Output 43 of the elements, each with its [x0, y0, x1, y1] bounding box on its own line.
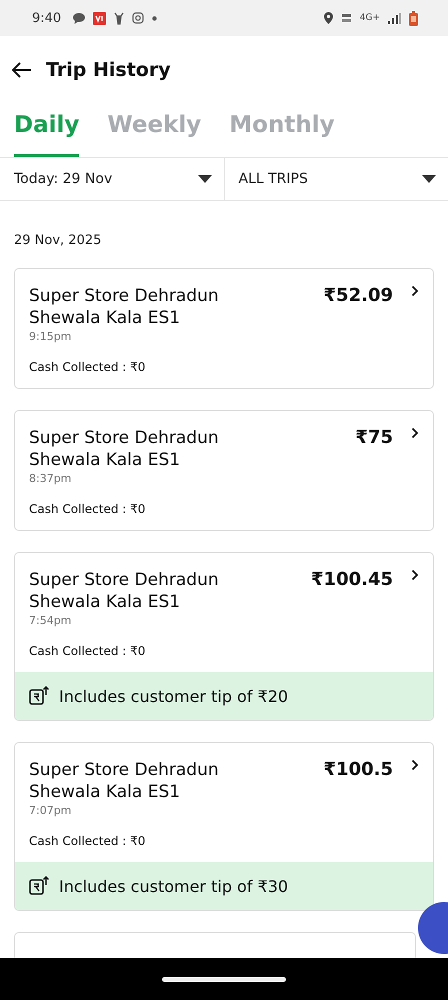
cash-collected: Cash Collected : ₹0: [29, 360, 146, 374]
camera-icon: [132, 12, 144, 24]
trip-time: 7:54pm: [29, 614, 72, 627]
caret-icon: [198, 175, 212, 183]
caret-icon: [422, 175, 436, 183]
chevron-right-icon: [411, 427, 419, 439]
trip-card[interactable]: Super Store Dehradun Shewala Kala ES1 ₹52.09 9:15pm Cash Collected : ₹0: [14, 268, 434, 389]
location-icon: [324, 12, 333, 24]
trip-time: 9:15pm: [29, 330, 72, 343]
date-heading: 29 Nov, 2025: [13, 232, 102, 250]
chevron-right-icon: [411, 759, 419, 771]
battery-icon: [409, 10, 418, 26]
trip-amount: ₹52.09: [324, 285, 393, 306]
rupee-tip-icon: [29, 686, 49, 706]
trip-amount: ₹100.5: [324, 759, 393, 780]
trip-time: 8:37pm: [29, 472, 72, 485]
status-time: 9:40: [32, 10, 62, 26]
trip-card[interactable]: Super Store Dehradun Shewala Kala ES1 ₹100.5 7:07pm Cash Collected : ₹0 Includes customer tip of ₹30: [14, 742, 434, 911]
cash-collected: Cash Collected : ₹0: [29, 644, 146, 658]
app-badge-icon: [93, 12, 106, 24]
dot-icon: [152, 16, 158, 20]
trip-card[interactable]: Super Store Dehradun Shewala Kala ES1 ₹100.45 7:54pm Cash Collected : ₹0 Includes customer tip of ₹20: [14, 552, 434, 721]
rupee-tip-icon: [29, 876, 49, 896]
cash-collected: Cash Collected : ₹0: [29, 502, 146, 516]
store-name: Super Store Dehradun Shewala Kala ES1: [29, 759, 220, 803]
store-name: Super Store Dehradun Shewala Kala ES1: [29, 427, 220, 471]
store-name: Super Store Dehradun Shewala Kala ES1: [29, 285, 220, 329]
network-type: 4G+: [360, 13, 380, 23]
trip-amount: ₹100.45: [311, 569, 393, 590]
chevron-right-icon: [411, 569, 419, 581]
back-arrow-icon[interactable]: [12, 62, 32, 78]
signal-icon: [388, 12, 401, 24]
trip-time: 7:07pm: [29, 804, 72, 817]
home-indicator[interactable]: [162, 976, 286, 982]
trip-amount: ₹75: [355, 427, 393, 448]
chevron-right-icon: [411, 285, 419, 297]
trip-card[interactable]: Super Store Dehradun Shewala Kala ES1 ₹75 8:37pm Cash Collected : ₹0: [14, 410, 434, 531]
cash-collected: Cash Collected : ₹0: [29, 834, 146, 848]
tip-text: Includes customer tip of ₹20: [59, 686, 288, 706]
tip-text: Includes customer tip of ₹30: [59, 876, 288, 896]
chat-icon: [73, 12, 86, 24]
store-name: Super Store Dehradun Shewala Kala ES1: [29, 569, 220, 613]
page-title: Trip History: [46, 59, 171, 81]
